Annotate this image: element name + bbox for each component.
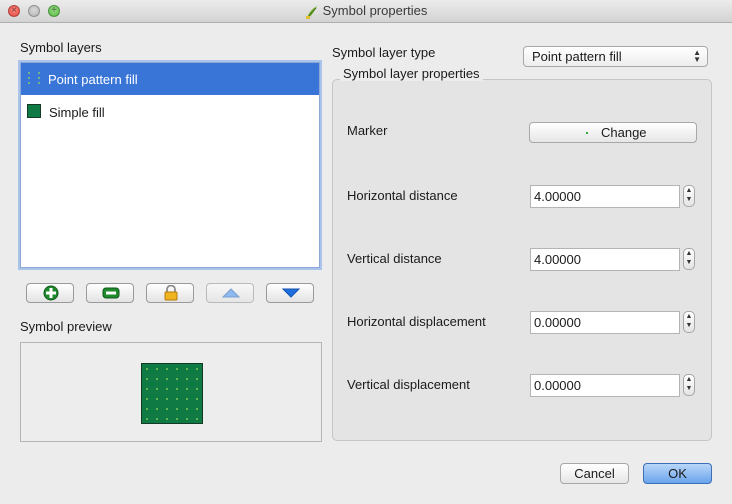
pattern-dot: [156, 418, 158, 420]
horizontal-displacement-label: Horizontal displacement: [347, 314, 486, 329]
symbol-layer-type-select[interactable]: Point pattern fill ▲ ▼: [523, 46, 708, 67]
symbol-layers-heading: Symbol layers: [20, 40, 102, 55]
symbol-layer-type-value: Point pattern fill: [532, 49, 622, 64]
pattern-dot: [186, 418, 188, 420]
pattern-dot: [196, 398, 198, 400]
arrow-down-icon: [281, 288, 301, 298]
pattern-dot: [146, 418, 148, 420]
vertical-distance-stepper[interactable]: ▲ ▼: [683, 248, 695, 270]
pattern-dot: [146, 368, 148, 370]
pattern-dot: [166, 378, 168, 380]
pattern-dot: [156, 388, 158, 390]
pattern-dot: [176, 408, 178, 410]
symbol-layer-type-label: Symbol layer type: [332, 45, 436, 60]
pattern-dot: [186, 408, 188, 410]
plus-icon: [43, 285, 59, 301]
change-marker-button[interactable]: Change: [529, 122, 697, 143]
pattern-dot: [146, 408, 148, 410]
pattern-dot: [166, 398, 168, 400]
pattern-dot: [186, 388, 188, 390]
lock-icon: [164, 285, 178, 301]
pattern-dot: [186, 368, 188, 370]
layer-item-simple-fill[interactable]: Simple fill: [21, 96, 319, 128]
qgis-icon: [305, 5, 317, 19]
horizontal-displacement-stepper[interactable]: ▲ ▼: [683, 311, 695, 333]
pattern-dot: [156, 368, 158, 370]
marker-preview-icon: [586, 132, 588, 134]
pattern-dot: [166, 418, 168, 420]
window-title: Symbol properties: [322, 3, 428, 18]
updown-arrows-icon: ▲ ▼: [693, 48, 701, 64]
horizontal-distance-stepper[interactable]: ▲ ▼: [683, 185, 695, 207]
cancel-button[interactable]: Cancel: [560, 463, 629, 484]
vertical-distance-label: Vertical distance: [347, 251, 442, 266]
pattern-dot: [176, 368, 178, 370]
remove-layer-button[interactable]: [86, 283, 134, 303]
vertical-distance-input[interactable]: 4.00000: [530, 248, 680, 271]
symbol-layers-list[interactable]: Point pattern fill Simple fill: [20, 62, 320, 268]
simple-fill-swatch-icon: [27, 104, 41, 118]
pattern-dot: [146, 388, 148, 390]
pattern-dot: [176, 398, 178, 400]
point-pattern-swatch-icon: [28, 72, 40, 84]
pattern-dot: [156, 378, 158, 380]
move-down-button[interactable]: [266, 283, 314, 303]
pattern-dot: [166, 368, 168, 370]
move-up-button[interactable]: [206, 283, 254, 303]
symbol-layer-properties-title: Symbol layer properties: [340, 66, 483, 81]
symbol-properties-window: × + Symbol properties Symbol layers Poin…: [0, 0, 732, 504]
pattern-dot: [176, 388, 178, 390]
horizontal-displacement-input[interactable]: 0.00000: [530, 311, 680, 334]
pattern-dot: [196, 378, 198, 380]
pattern-dot: [146, 378, 148, 380]
horizontal-distance-label: Horizontal distance: [347, 188, 458, 203]
horizontal-distance-input[interactable]: 4.00000: [530, 185, 680, 208]
marker-label: Marker: [347, 123, 388, 138]
symbol-preview-heading: Symbol preview: [20, 319, 112, 334]
layer-item-label: Simple fill: [49, 105, 105, 120]
pattern-dot: [156, 408, 158, 410]
symbol-preview: [20, 342, 322, 442]
pattern-dot: [176, 378, 178, 380]
arrow-up-icon: [221, 288, 241, 298]
pattern-dot: [156, 398, 158, 400]
pattern-dot: [176, 418, 178, 420]
title-bar: × + Symbol properties: [0, 0, 732, 23]
pattern-dot: [196, 418, 198, 420]
pattern-dot: [166, 388, 168, 390]
lock-layer-button[interactable]: [146, 283, 194, 303]
minus-icon: [102, 287, 120, 299]
add-layer-button[interactable]: [26, 283, 74, 303]
pattern-dot: [196, 388, 198, 390]
pattern-dot: [166, 408, 168, 410]
vertical-displacement-stepper[interactable]: ▲ ▼: [683, 374, 695, 396]
layer-item-label: Point pattern fill: [48, 72, 138, 87]
pattern-dot: [146, 398, 148, 400]
window-title-area: Symbol properties: [0, 0, 732, 22]
preview-symbol-image: [141, 363, 203, 424]
change-button-label: Change: [601, 125, 647, 140]
pattern-dot: [186, 378, 188, 380]
vertical-displacement-input[interactable]: 0.00000: [530, 374, 680, 397]
pattern-dot: [196, 408, 198, 410]
layer-item-point-pattern-fill[interactable]: Point pattern fill: [21, 63, 319, 95]
ok-button[interactable]: OK: [643, 463, 712, 484]
pattern-dot: [196, 368, 198, 370]
pattern-dot: [186, 398, 188, 400]
vertical-displacement-label: Vertical displacement: [347, 377, 470, 392]
